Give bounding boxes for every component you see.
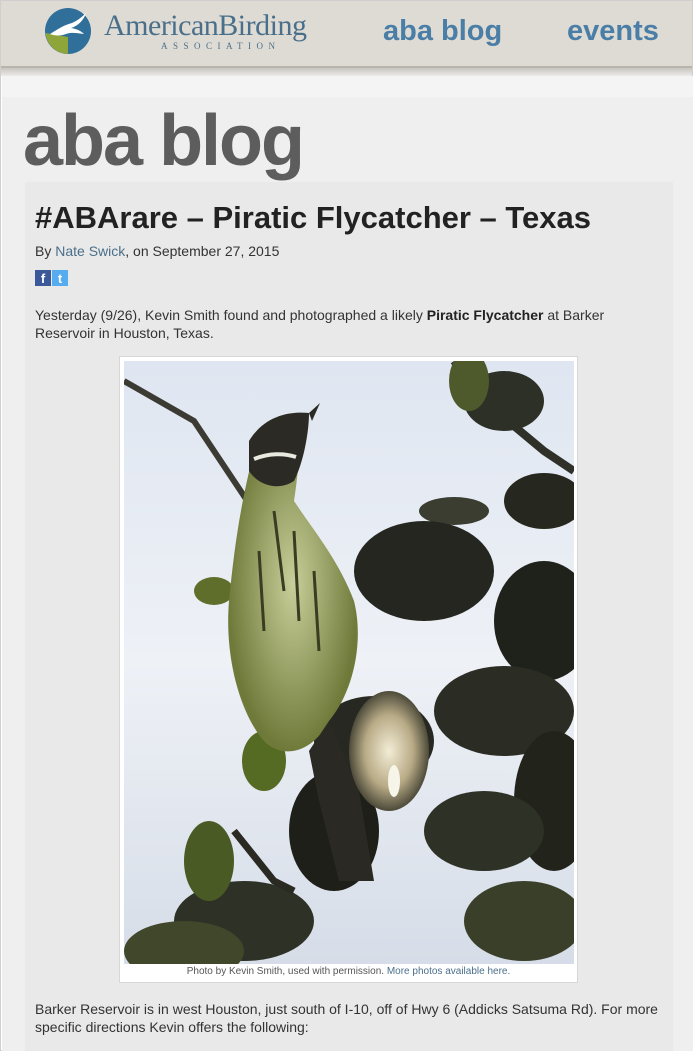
photo-caption: Photo by Kevin Smith, used with permissi…: [120, 966, 577, 977]
species-name: Piratic Flycatcher: [426, 307, 544, 323]
share-buttons: ft: [35, 270, 69, 287]
intro-text-before: Yesterday (9/26), Kevin Smith found and …: [35, 307, 427, 323]
photo-figure: Photo by Kevin Smith, used with permissi…: [119, 356, 578, 983]
site-header: AmericanBirding ASSOCIATION aba blog eve…: [1, 1, 692, 68]
twitter-icon[interactable]: t: [52, 270, 68, 286]
post-title: #ABArare – Piratic Flycatcher – Texas: [35, 200, 592, 235]
browser-page: AmericanBirding ASSOCIATION aba blog eve…: [0, 0, 693, 1051]
post-byline: By Nate Swick, on September 27, 2015: [35, 243, 279, 259]
bird-photo[interactable]: [124, 361, 574, 964]
caption-text: Photo by Kevin Smith, used with permissi…: [186, 966, 387, 977]
post-date: , on September 27, 2015: [125, 243, 280, 259]
logo-subtitle: ASSOCIATION: [161, 41, 281, 51]
author-link[interactable]: Nate Swick: [55, 243, 125, 259]
intro-paragraph: Yesterday (9/26), Kevin Smith found and …: [35, 306, 665, 342]
bird-photo-image: [124, 361, 574, 964]
section-title: aba blog: [23, 101, 305, 181]
more-photos-link[interactable]: More photos available here.: [387, 966, 510, 977]
twitter-glyph: t: [57, 271, 63, 286]
post-content: #ABArare – Piratic Flycatcher – Texas By…: [25, 182, 673, 1051]
logo-wordmark[interactable]: AmericanBirding: [104, 9, 307, 43]
facebook-icon[interactable]: f: [35, 270, 51, 286]
nav-events[interactable]: events: [567, 15, 659, 48]
aba-logo-icon[interactable]: [44, 7, 92, 55]
facebook-glyph: f: [40, 271, 46, 286]
byline-prefix: By: [35, 243, 56, 259]
header-divider: [1, 68, 692, 76]
nav-aba-blog[interactable]: aba blog: [383, 15, 502, 48]
directions-paragraph: Barker Reservoir is in west Houston, jus…: [35, 1001, 658, 1035]
